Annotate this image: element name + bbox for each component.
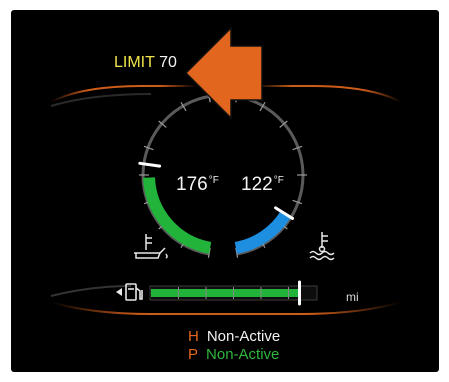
speed-limit-value: 70 <box>159 54 177 71</box>
coolant-temperature-icon <box>309 232 335 261</box>
fuel-range-unit: mi <box>346 290 359 304</box>
status-h-row: H Non-Active <box>188 329 280 344</box>
instrument-cluster-screen: LIMIT 70 176°F 122°F mi H Non-Active P Non… <box>11 10 439 372</box>
oil-temperature-unit: °F <box>208 175 219 186</box>
oil-temperature-icon <box>134 234 168 259</box>
status-p-key: P <box>188 346 199 363</box>
instrument-cluster-frame: LIMIT 70 176°F 122°F mi H Non-Active P Non… <box>0 0 449 382</box>
fuel-side-arrow-icon <box>116 288 122 296</box>
status-h-key: H <box>188 328 199 345</box>
speed-limit-readout: LIMIT 70 <box>114 55 177 71</box>
coolant-temperature-readout: 122°F <box>241 175 284 194</box>
oil-temperature-value: 176 <box>176 174 208 195</box>
coolant-temperature-value: 122 <box>241 174 273 195</box>
cluster-graphics <box>50 26 402 315</box>
oil-temperature-readout: 176°F <box>176 175 219 194</box>
speed-limit-arrow-icon <box>184 26 263 120</box>
fuel-gauge <box>116 280 318 306</box>
status-p-row: P Non-Active <box>188 347 279 362</box>
fuel-bar-fill <box>151 289 300 297</box>
status-h-value: Non-Active <box>206 328 281 345</box>
speed-limit-label: LIMIT <box>114 54 155 71</box>
coolant-temperature-unit: °F <box>273 175 284 186</box>
coolant-temperature-fill <box>234 210 291 254</box>
status-p-value: Non-Active <box>206 346 280 363</box>
